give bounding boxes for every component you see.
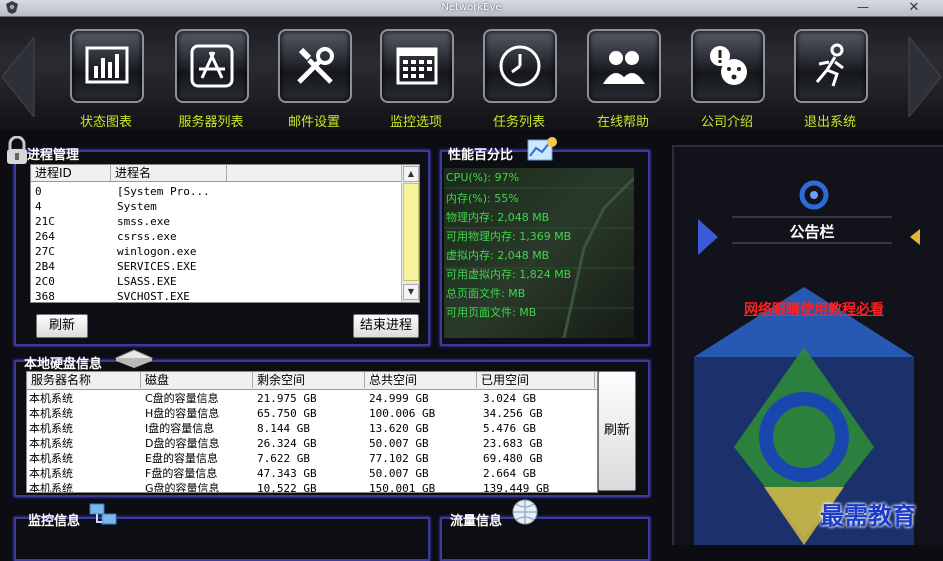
column-header-used-space[interactable]: 已用空间	[477, 372, 595, 388]
scroll-thumb[interactable]	[403, 183, 419, 281]
scroll-left-arrow-icon[interactable]	[0, 37, 36, 117]
traffic-globe-icon	[512, 499, 538, 525]
perf-available-virtual-memory: 可用虚拟内存: 1,824 MB	[446, 268, 572, 281]
process-list[interactable]: 进程ID 进程名 0 [System Pro... 4 System 21C smss…	[30, 164, 420, 303]
table-row[interactable]: 368 SVCHOST.EXE	[31, 289, 401, 302]
perf-memory-pct: 内存(%): 55%	[446, 192, 519, 205]
disk-panel-title: 本地硬盘信息	[24, 357, 103, 372]
table-row[interactable]: 本机系统 H盘的容量信息 65.750 GB 100.006 GB 34.256 GB	[27, 406, 597, 421]
scroll-up-button[interactable]: ▲	[403, 166, 419, 182]
scroll-right-arrow-icon[interactable]	[907, 37, 943, 117]
scroll-down-button[interactable]: ▼	[403, 284, 419, 300]
toolbar-label: 监控选项	[389, 115, 442, 130]
table-row[interactable]: 2C0 LSASS.EXE	[31, 274, 401, 289]
column-header-total-space[interactable]: 总共空间	[365, 372, 477, 388]
minimize-button[interactable]: —	[855, 1, 871, 15]
users-icon	[603, 51, 645, 84]
title-bar: NetworkEye — ✕	[0, 0, 943, 17]
table-row[interactable]: 本机系统 G盘的容量信息 10.522 GB 150.001 GB 139.449 GB	[27, 481, 597, 492]
toolbar-label: 任务列表	[492, 115, 545, 130]
chat-icon	[710, 46, 747, 85]
toolbar-label: 状态图表	[79, 115, 132, 130]
bar-chart-icon	[85, 46, 129, 84]
toolbar-online-help[interactable]: 在线帮助	[571, 25, 675, 130]
watermark-text: 最需教育	[820, 501, 916, 530]
network-computers-icon	[89, 503, 117, 525]
toolbar-label: 邮件设置	[287, 115, 340, 130]
table-row[interactable]: 本机系统 E盘的容量信息 7.622 GB 77.102 GB 69.480 GB	[27, 451, 597, 466]
calendar-icon	[396, 47, 438, 85]
toolbar-status-chart[interactable]: 状态图表	[54, 25, 158, 130]
toolbar-label: 服务器列表	[178, 115, 244, 130]
process-refresh-button[interactable]: 刷新	[36, 314, 88, 338]
table-row[interactable]: 本机系统 F盘的容量信息 47.343 GB 50.007 GB 2.664 GB	[27, 466, 597, 481]
table-row[interactable]: 0 [System Pro...	[31, 184, 401, 199]
performance-panel-title: 性能百分比	[448, 148, 514, 163]
window-title: NetworkEye	[441, 2, 502, 13]
bulletin-title: 公告栏	[789, 223, 835, 241]
disk-table[interactable]: 服务器名称 磁盘 剩余空间 总共空间 已用空间 本机系统 C盘的容量信息 21.97…	[26, 371, 598, 493]
disk-rows: 本机系统 C盘的容量信息 21.975 GB 24.999 GB 3.024 GB 本机…	[27, 390, 597, 492]
perf-cpu: CPU(%): 97%	[446, 171, 520, 184]
toolbar-task-list[interactable]: 任务列表	[467, 25, 571, 130]
tools-icon	[297, 47, 334, 84]
toolbar-company-intro[interactable]: 公司介绍	[675, 25, 779, 130]
toolbar-label: 退出系统	[803, 115, 856, 130]
toolbar-server-list[interactable]: 服务器列表	[159, 25, 263, 130]
disk-table-header: 服务器名称 磁盘 剩余空间 总共空间 已用空间	[27, 372, 597, 390]
table-row[interactable]: 27C winlogon.exe	[31, 244, 401, 259]
process-rows: 0 [System Pro... 4 System 21C smss.exe 264 c…	[31, 182, 401, 302]
perf-physical-memory: 物理内存: 2,048 MB	[446, 211, 550, 224]
table-row[interactable]: 本机系统 D盘的容量信息 26.324 GB 50.007 GB 23.683 GB	[27, 436, 597, 451]
table-row[interactable]: 264 csrss.exe	[31, 229, 401, 244]
table-row[interactable]: 21C smss.exe	[31, 214, 401, 229]
perf-available-physical-memory: 可用物理内存: 1,369 MB	[446, 230, 572, 243]
kill-process-button[interactable]: 结束进程	[353, 314, 419, 338]
table-row[interactable]: 本机系统 I盘的容量信息 8.144 GB 13.620 GB 5.476 GB	[27, 421, 597, 436]
table-row[interactable]: 2B4 SERVICES.EXE	[31, 259, 401, 274]
appstore-icon	[190, 44, 234, 88]
column-header-free-space[interactable]: 剩余空间	[253, 372, 365, 388]
process-list-header: 进程ID 进程名	[31, 165, 401, 182]
running-man-icon	[815, 43, 844, 87]
column-header-pid[interactable]: 进程ID	[31, 165, 111, 181]
toolbar-monitor-options[interactable]: 监控选项	[364, 25, 468, 130]
performance-chart-icon	[527, 137, 557, 161]
table-row[interactable]: 本机系统 C盘的容量信息 21.975 GB 24.999 GB 3.024 GB	[27, 391, 597, 406]
performance-graph-area: CPU(%): 97% 内存(%): 55% 物理内存: 2,048 MB 可用…	[444, 168, 634, 338]
toolbar-mail-settings[interactable]: 邮件设置	[262, 25, 366, 130]
bulletin-tutorial-link[interactable]: 网络眼睛使用教程必看	[694, 299, 934, 319]
toolbar-label: 公司介绍	[700, 115, 753, 130]
perf-virtual-memory: 虚拟内存: 2,048 MB	[446, 249, 550, 262]
table-row[interactable]: 4 System	[31, 199, 401, 214]
hard-disk-icon	[114, 349, 154, 368]
process-panel-title: 进程管理	[27, 148, 80, 163]
process-list-scrollbar[interactable]: ▲ ▼	[401, 165, 419, 302]
bulletin-background-decoration	[694, 180, 920, 545]
toolbar-label: 在线帮助	[596, 115, 649, 130]
close-button[interactable]: ✕	[905, 0, 923, 16]
perf-total-pagefile: 总页面文件: MB	[446, 287, 526, 300]
perf-available-pagefile: 可用页面文件: MB	[446, 306, 537, 319]
column-header-server-name[interactable]: 服务器名称	[27, 372, 141, 388]
column-header-disk[interactable]: 磁盘	[141, 372, 253, 388]
toolbar-exit-system[interactable]: 退出系统	[778, 25, 882, 130]
traffic-panel-title: 流量信息	[450, 514, 503, 529]
disk-refresh-button[interactable]: 刷新	[598, 371, 636, 491]
monitor-panel-title: 监控信息	[28, 514, 81, 529]
column-header-process-name[interactable]: 进程名	[111, 165, 227, 181]
bulletin-panel: 公告栏 网络眼睛使用教程必看	[672, 145, 943, 545]
main-toolbar: 状态图表 服务器列表 邮件设置 监控选项 任务列表 在线帮助 公司介绍 退出系统	[0, 17, 943, 130]
clock-icon	[499, 45, 541, 87]
